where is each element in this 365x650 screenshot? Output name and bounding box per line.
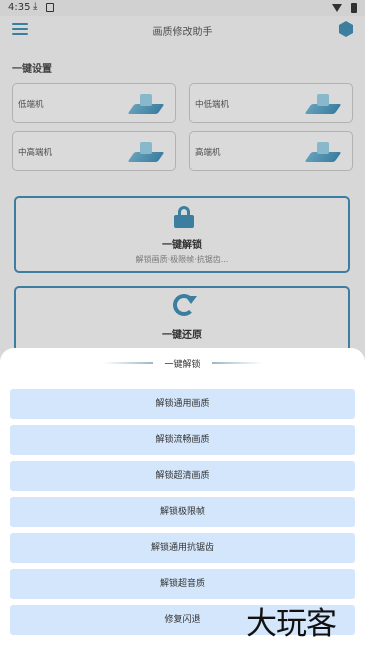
option-unlock-ultra-quality[interactable]: 解锁超清画质 <box>10 461 355 491</box>
option-unlock-smooth-quality[interactable]: 解锁流畅画质 <box>10 425 355 455</box>
option-unlock-general-quality[interactable]: 解锁通用画质 <box>10 389 355 419</box>
option-unlock-super-audio[interactable]: 解锁超音质 <box>10 569 355 599</box>
option-unlock-max-fps[interactable]: 解锁极限帧 <box>10 497 355 527</box>
watermark: 大玩客 <box>246 606 337 642</box>
divider <box>212 362 262 364</box>
sheet-title: 一键解锁 <box>164 360 201 370</box>
option-unlock-antialiasing[interactable]: 解锁通用抗锯齿 <box>10 533 355 563</box>
sheet-header: 一键解锁 <box>0 354 365 370</box>
